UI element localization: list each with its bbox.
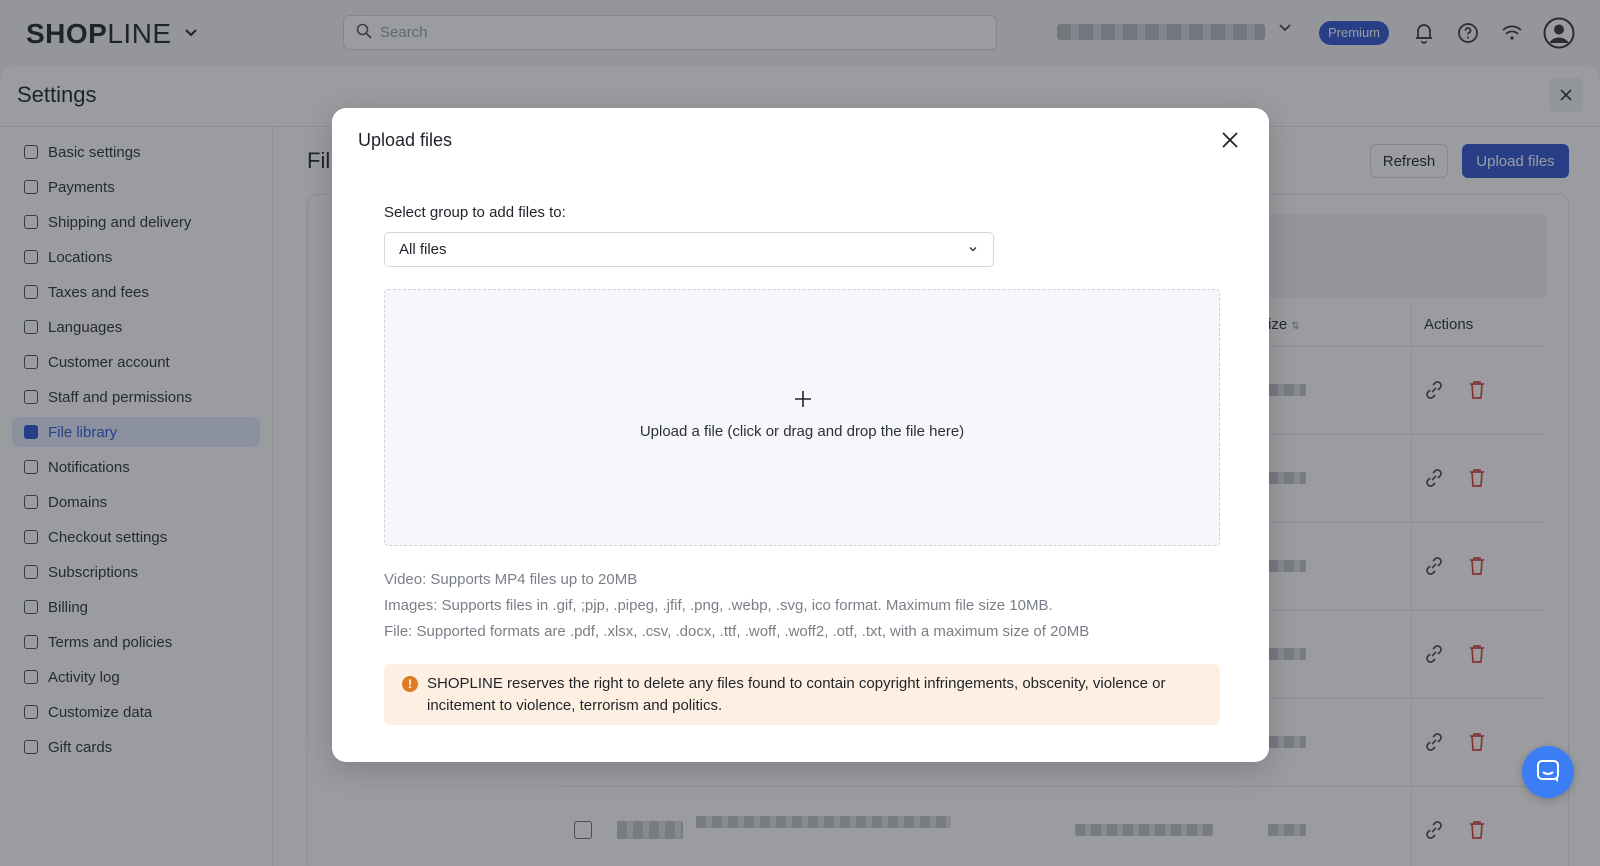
chevron-down-icon [967, 242, 979, 259]
help-file: File: Supported formats are .pdf, .xlsx,… [384, 623, 1090, 640]
group-select[interactable]: All files [384, 232, 994, 267]
close-icon[interactable] [1218, 128, 1242, 152]
upload-files-modal: Upload files Select group to add files t… [332, 108, 1269, 762]
help-video: Video: Supports MP4 files up to 20MB [384, 571, 638, 588]
copyright-warning: ! SHOPLINE reserves the right to delete … [384, 664, 1220, 725]
warning-icon: ! [402, 676, 418, 692]
group-select-label: Select group to add files to: [384, 204, 566, 221]
chat-icon [1535, 758, 1561, 787]
plus-icon [793, 389, 813, 409]
chat-button[interactable] [1522, 746, 1574, 798]
dropzone-text: Upload a file (click or drag and drop th… [639, 423, 965, 440]
group-select-value: All files [399, 241, 447, 258]
help-images: Images: Supports files in .gif, ;pjp, .p… [384, 597, 1053, 614]
warning-text: SHOPLINE reserves the right to delete an… [427, 675, 1166, 714]
modal-title: Upload files [358, 130, 453, 150]
file-dropzone[interactable]: Upload a file (click or drag and drop th… [384, 289, 1220, 546]
